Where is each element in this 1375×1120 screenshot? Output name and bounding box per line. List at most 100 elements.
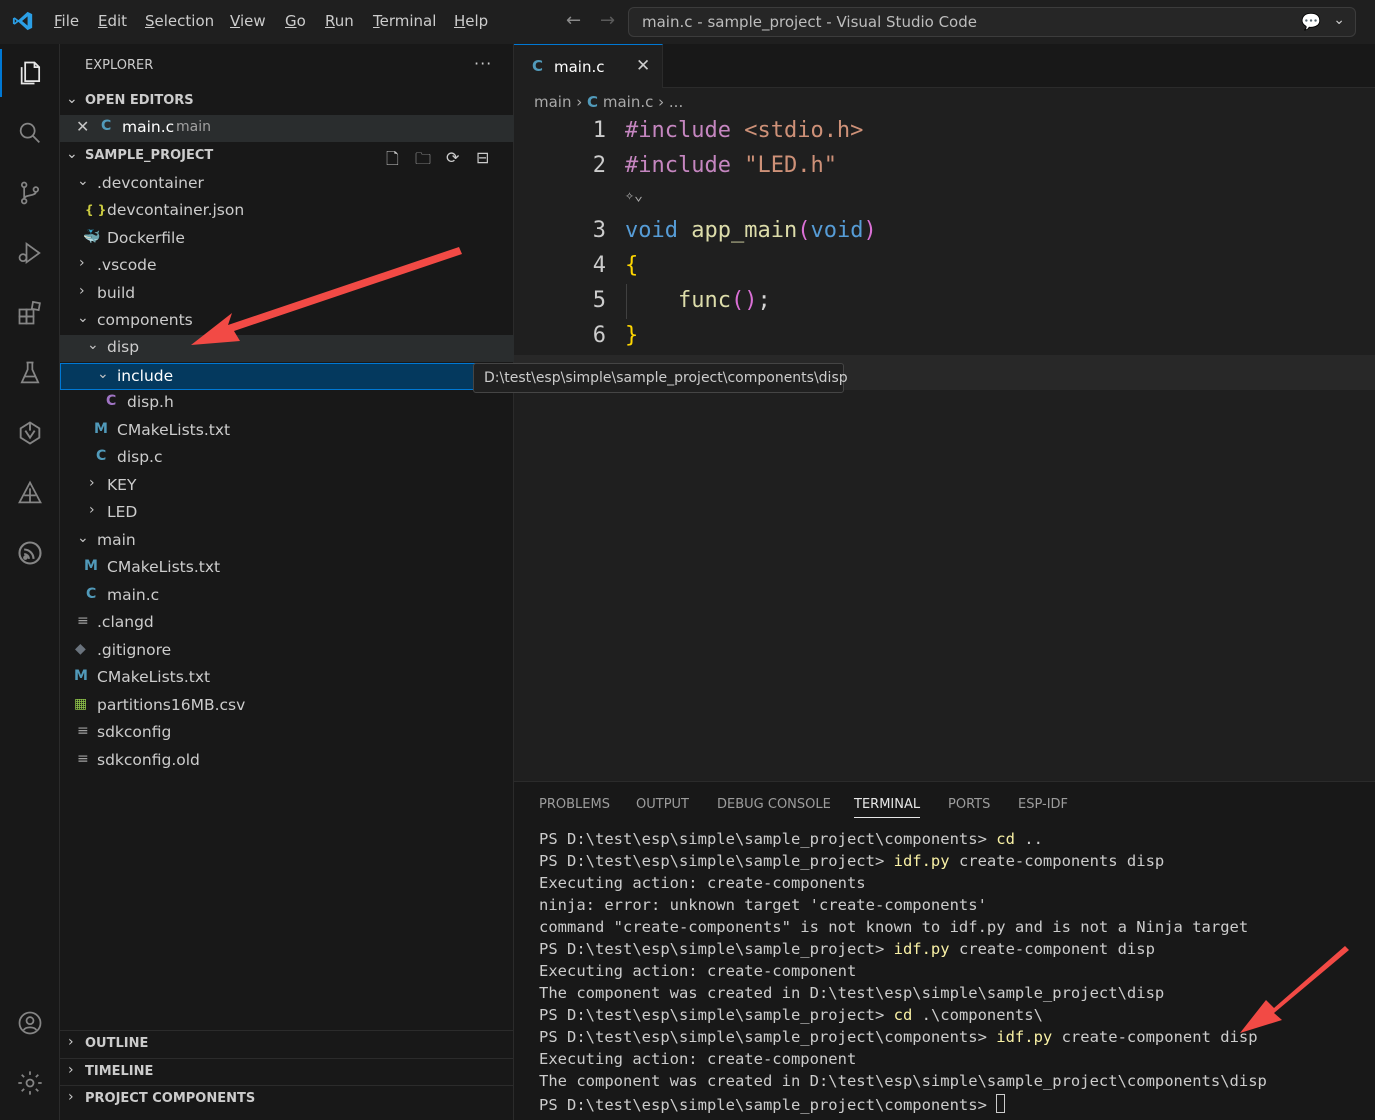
line-number: 1	[592, 118, 606, 143]
terminal-line: PS D:\test\esp\simple\sample_project> cd…	[539, 1006, 1043, 1024]
menu-view[interactable]: View	[230, 12, 266, 30]
csv-file-icon: ▦	[74, 696, 88, 712]
menu-edit[interactable]: Edit	[98, 12, 127, 30]
menu-file[interactable]: File	[54, 12, 79, 30]
tree-folder-key[interactable]: › KEY	[60, 473, 514, 500]
terminal-cursor	[996, 1094, 1006, 1113]
outline-header[interactable]: › OUTLINE	[60, 1030, 514, 1056]
c-file-icon: C	[101, 118, 112, 134]
c-file-icon: C	[532, 57, 544, 75]
tree-file-clangd[interactable]: ≡ .clangd	[60, 610, 514, 637]
terminal-line: The component was created in D:\test\esp…	[539, 1072, 1267, 1090]
tree-file-sdkconfig-old[interactable]: ≡ sdkconfig.old	[60, 748, 514, 775]
terminal-line: PS D:\test\esp\simple\sample_project> id…	[539, 940, 1155, 958]
collapse-all-icon[interactable]: ⊟	[476, 148, 489, 167]
account-icon[interactable]	[0, 999, 60, 1047]
code-editor[interactable]: 1 2 3 4 5 6 #include <stdio.h> #include …	[514, 112, 1375, 780]
menu-terminal[interactable]: Terminal	[373, 12, 436, 30]
settings-gear-icon[interactable]	[0, 1059, 60, 1107]
tree-folder-build[interactable]: › build	[60, 281, 514, 308]
chevron-right-icon: ›	[89, 475, 95, 491]
tree-folder-include[interactable]: ⌄ include	[60, 363, 514, 390]
cmake-file-icon: M	[84, 558, 98, 574]
terminal-line: Executing action: create-component	[539, 1050, 857, 1068]
tab-debug-console[interactable]: DEBUG CONSOLE	[717, 797, 831, 812]
terminal-line: Executing action: create-components	[539, 874, 866, 892]
search-icon[interactable]	[0, 109, 60, 157]
c-file-icon: C	[587, 93, 599, 111]
menu-run[interactable]: Run	[325, 12, 354, 30]
source-control-icon[interactable]	[0, 169, 60, 217]
refresh-icon[interactable]: ⟳	[446, 148, 459, 167]
testing-icon[interactable]	[0, 349, 60, 397]
run-debug-icon[interactable]	[0, 229, 60, 277]
tree-file-devcontainer-json[interactable]: { } devcontainer.json	[60, 198, 514, 225]
back-arrow-icon[interactable]: ←	[566, 10, 581, 31]
chevron-down-icon[interactable]: ⌄	[1333, 12, 1345, 28]
tree-folder-led[interactable]: › LED	[60, 500, 514, 527]
command-center[interactable]: main.c - sample_project - Visual Studio …	[628, 7, 1356, 37]
cmake-file-icon: M	[94, 421, 108, 437]
tree-folder-main[interactable]: ⌄ main	[60, 528, 514, 555]
tree-file-sdkconfig[interactable]: ≡ sdkconfig	[60, 720, 514, 747]
chat-icon[interactable]: 💬	[1301, 12, 1321, 31]
terminal-line: command "create-components" is not known…	[539, 918, 1249, 936]
tree-folder-vscode[interactable]: › .vscode	[60, 253, 514, 280]
line-number: 2	[592, 153, 606, 178]
cmake-file-icon: M	[74, 668, 88, 684]
terminal-line: PS D:\test\esp\simple\sample_project\com…	[539, 830, 1043, 848]
more-actions-icon[interactable]: ···	[474, 54, 492, 73]
chevron-right-icon: ›	[68, 1062, 74, 1078]
text-file-icon: ≡	[77, 751, 89, 767]
close-icon[interactable]: ✕	[76, 117, 89, 136]
git-file-icon: ◆	[75, 641, 86, 657]
line-number: 5	[592, 288, 606, 313]
tree-folder-components[interactable]: ⌄ components	[60, 308, 514, 335]
tree-file-disp-h[interactable]: C disp.h	[60, 390, 514, 417]
tree-file-main-c[interactable]: C main.c	[60, 583, 514, 610]
codeium-codelens-icon[interactable]: ✧⌄	[625, 186, 643, 204]
tab-terminal[interactable]: TERMINAL	[854, 797, 921, 818]
tab-output[interactable]: OUTPUT	[636, 797, 689, 812]
tree-file-cmakelists-root[interactable]: M CMakeLists.txt	[60, 665, 514, 692]
timeline-header[interactable]: › TIMELINE	[60, 1058, 514, 1084]
tree-folder-disp[interactable]: ⌄ disp	[60, 335, 514, 362]
menu-selection[interactable]: Selection	[145, 12, 214, 30]
docker-icon: 🐳	[83, 229, 101, 245]
codeium-icon[interactable]	[0, 409, 60, 457]
chevron-right-icon: ›	[658, 93, 669, 111]
platformio-icon[interactable]	[0, 469, 60, 517]
tree-file-cmakelists-disp[interactable]: M CMakeLists.txt	[60, 418, 514, 445]
terminal-line: ninja: error: unknown target 'create-com…	[539, 896, 987, 914]
vscode-logo-icon	[12, 11, 33, 31]
menu-go[interactable]: Go	[285, 12, 306, 30]
chevron-right-icon: ›	[89, 502, 95, 518]
tab-ports[interactable]: PORTS	[948, 797, 990, 812]
tree-file-dockerfile[interactable]: 🐳 Dockerfile	[60, 226, 514, 253]
menu-help[interactable]: Help	[454, 12, 488, 30]
breadcrumb[interactable]: main › C main.c › ...	[534, 93, 683, 111]
terminal-line: PS D:\test\esp\simple\sample_project> id…	[539, 852, 1165, 870]
forward-arrow-icon[interactable]: →	[600, 10, 615, 31]
code-line: }	[625, 323, 639, 348]
explorer-icon[interactable]	[0, 49, 60, 97]
tree-file-partitions-csv[interactable]: ▦ partitions16MB.csv	[60, 693, 514, 720]
tree-folder-devcontainer[interactable]: ⌄ .devcontainer	[60, 171, 514, 198]
open-editors-header[interactable]: ⌄ OPEN EDITORS	[60, 88, 514, 114]
chevron-right-icon: ›	[79, 283, 85, 299]
c-file-icon: C	[86, 586, 97, 602]
esp-idf-icon[interactable]	[0, 529, 60, 577]
close-icon[interactable]: ✕	[636, 56, 650, 76]
explorer-sidebar: EXPLORER ··· ⌄ OPEN EDITORS ✕ C main.c m…	[60, 44, 514, 1120]
tab-esp-idf[interactable]: ESP-IDF	[1018, 797, 1068, 812]
tree-file-disp-c[interactable]: C disp.c	[60, 445, 514, 472]
extensions-icon[interactable]	[0, 289, 60, 337]
open-editor-item[interactable]: ✕ C main.c main	[60, 115, 514, 142]
activity-bar	[0, 44, 60, 1120]
tab-main-c[interactable]: C main.c ✕	[514, 44, 663, 88]
tab-problems[interactable]: PROBLEMS	[539, 797, 610, 812]
project-components-header[interactable]: › PROJECT COMPONENTS	[60, 1085, 514, 1111]
tree-file-cmakelists-main[interactable]: M CMakeLists.txt	[60, 555, 514, 582]
tree-file-gitignore[interactable]: ◆ .gitignore	[60, 638, 514, 665]
chevron-down-icon: ⌄	[77, 173, 89, 189]
